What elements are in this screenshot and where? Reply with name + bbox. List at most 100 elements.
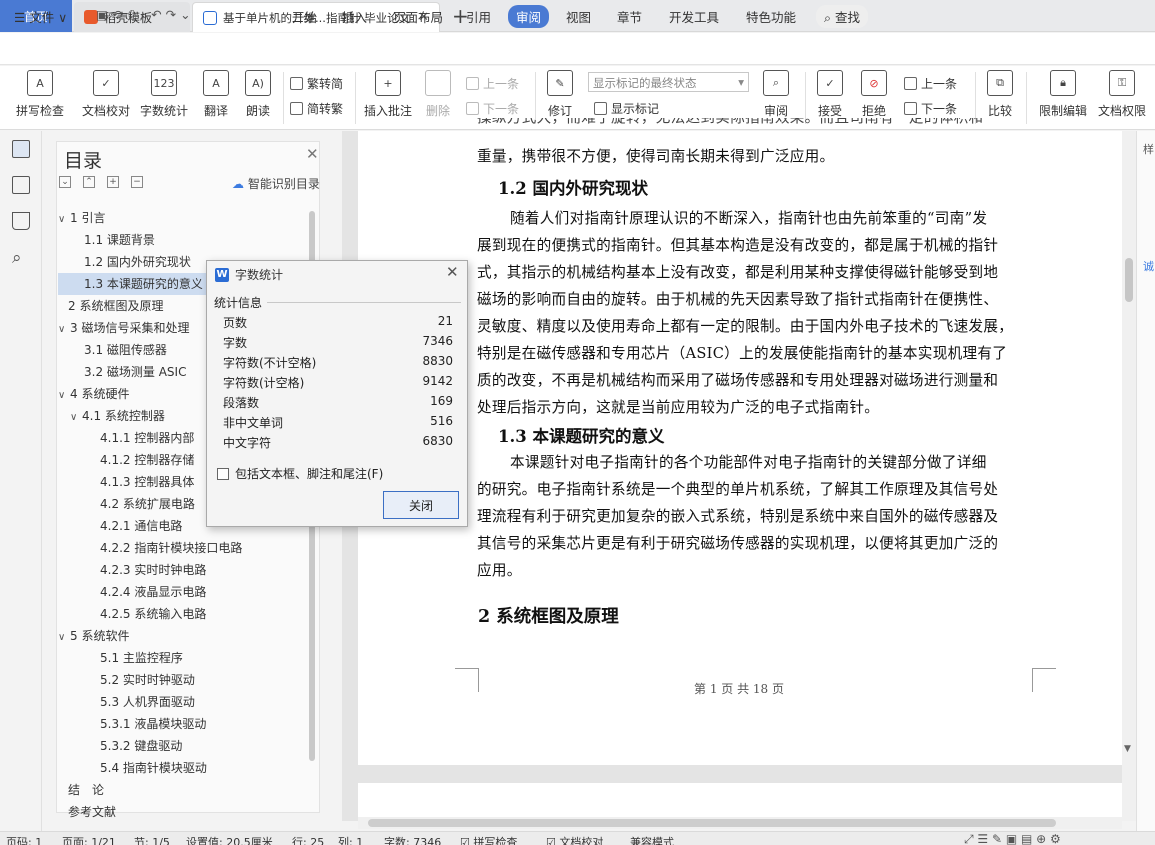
divider: [805, 72, 806, 124]
compare-button[interactable]: ⧉ 比较: [982, 70, 1018, 119]
toc-item[interactable]: 参考文献: [58, 801, 308, 823]
toc-item[interactable]: ∨ 5 系统软件: [58, 625, 308, 647]
show-markup-button[interactable]: 显示标记: [594, 100, 659, 117]
doc-perm-button[interactable]: ⚿ 文档权限: [1096, 70, 1148, 119]
expand-up-icon[interactable]: ⌃: [83, 176, 95, 188]
bookmark-icon[interactable]: [12, 212, 30, 230]
toc-item[interactable]: 5.3 人机界面驱动: [58, 691, 308, 713]
paragraph-line: 灵敏度、精度以及使用寿命上都有一定的限制。由于国内外电子技术的飞速发展，: [477, 318, 1014, 335]
prev-change-button[interactable]: 上一条: [904, 75, 957, 92]
translate-label: 翻译: [203, 104, 228, 118]
menu-review[interactable]: 审阅: [508, 5, 550, 28]
toc-panel-icon[interactable]: [12, 140, 30, 158]
restrict-edit-button[interactable]: 🔒︎ 限制编辑: [1036, 70, 1090, 119]
toc-item[interactable]: 结 论: [58, 779, 308, 801]
toc-item[interactable]: ∨ 1 引言: [58, 207, 308, 229]
view-mode-icons[interactable]: ⤢ ☰ ✎ ▣ ▤ ⊕ ⚙: [964, 832, 1061, 845]
toc-item[interactable]: 5.1 主监控程序: [58, 647, 308, 669]
translate-button[interactable]: A 翻译: [196, 70, 236, 119]
accept-button[interactable]: ✓ 接受: [812, 70, 848, 119]
prev-comment-button[interactable]: 上一条: [466, 75, 519, 92]
close-icon[interactable]: ✕: [306, 145, 319, 163]
toc-title: 目录: [64, 150, 103, 172]
toc-item[interactable]: 5.3.2 键盘驱动: [58, 735, 308, 757]
status-spell[interactable]: ☑ 拼写检查: [460, 834, 517, 845]
horizontal-scroll-thumb[interactable]: [368, 819, 1056, 827]
search-button[interactable]: ⌕ 查找: [816, 5, 869, 28]
menu-view[interactable]: 视图: [566, 7, 591, 26]
simp-to-trad-button[interactable]: 简转繁: [290, 100, 343, 117]
trad-to-simp-button[interactable]: 繁转简: [290, 75, 343, 92]
close-icon[interactable]: ✕: [446, 263, 459, 281]
toc-item[interactable]: 4.2.3 实时时钟电路: [58, 559, 308, 581]
status-setting[interactable]: 设置值: 20.5厘米: [186, 834, 273, 845]
expand-toggle-icon[interactable]: ∨: [58, 627, 70, 649]
vertical-scroll-thumb[interactable]: [1125, 258, 1133, 302]
find-icon[interactable]: ⌕: [12, 248, 22, 268]
stat-label: 字符数(计空格): [223, 376, 305, 390]
smart-toc-button[interactable]: ☁ 智能识别目录: [232, 175, 320, 192]
menu-page-layout[interactable]: 页面布局: [393, 7, 443, 26]
delete-comment-button[interactable]: 删除: [420, 70, 456, 119]
doc-proof-button[interactable]: ✓ 文档校对: [80, 70, 132, 119]
accept-icon: ✓: [817, 70, 843, 96]
checkbox-icon[interactable]: [217, 467, 229, 480]
paragraph-line: 式，其指示的机械结构基本上没有改变，都是利用某种支撑使得磁针能够受到地: [477, 264, 999, 281]
include-textbox-checkbox[interactable]: 包括文本框、脚注和尾注(F): [217, 465, 383, 482]
paragraph-line: 随着人们对指南针原理认识的不断深入，指南针也由先前笨重的“司南”发: [510, 210, 988, 227]
stat-label: 页数: [223, 316, 248, 330]
status-page-number[interactable]: 页码: 1: [6, 834, 42, 845]
next-change-button[interactable]: 下一条: [904, 100, 957, 117]
expand-toggle-icon[interactable]: ∨: [58, 209, 70, 231]
toc-item-label: 4.1.1 控制器内部: [100, 431, 195, 445]
toc-item-label: 4.1.2 控制器存储: [100, 453, 195, 467]
insert-comment-button[interactable]: + 插入批注: [362, 70, 414, 119]
reject-button[interactable]: ⊘ 拒绝: [856, 70, 892, 119]
file-menu[interactable]: ☰ 文件 ∨: [14, 7, 67, 26]
markup-state-select[interactable]: 显示标记的最终状态 ▾: [588, 72, 749, 92]
status-proof[interactable]: ☑ 文档校对: [546, 834, 603, 845]
menu-start[interactable]: 开始: [292, 7, 317, 26]
add-heading-icon[interactable]: +: [107, 176, 119, 188]
status-page[interactable]: 页面: 1/21: [62, 834, 116, 845]
expand-toggle-icon[interactable]: ∨: [58, 385, 70, 407]
close-button[interactable]: 关闭: [383, 491, 459, 519]
spellcheck-button[interactable]: A 拼写检查: [10, 70, 70, 119]
quick-access-icons[interactable]: ▣ ⟲ ⎙ ⌕ ↶ ↷ ⌄: [96, 7, 191, 23]
toc-item[interactable]: 4.2.2 指南针模块接口电路: [58, 537, 308, 559]
next-comment-button[interactable]: 下一条: [466, 100, 519, 117]
paragraph-line: 本课题针对电子指南针的各个功能部件对电子指南针的关键部分做了详细: [510, 454, 987, 471]
menu-features[interactable]: 特色功能: [746, 7, 796, 26]
menu-dev-tools[interactable]: 开发工具: [669, 7, 719, 26]
collapse-all-icon[interactable]: ⌄: [59, 176, 71, 188]
toc-item[interactable]: 5.3.1 液晶模块驱动: [58, 713, 308, 735]
toc-item[interactable]: 5.2 实时时钟驱动: [58, 669, 308, 691]
word-count-button[interactable]: 123 字数统计: [138, 70, 190, 119]
menu-reference[interactable]: 引用: [466, 7, 491, 26]
review-pane-button[interactable]: ⌕ 审阅: [756, 70, 796, 119]
wps-writer-icon: W: [215, 267, 229, 282]
toc-item-label: 1 引言: [70, 211, 106, 225]
status-section[interactable]: 节: 1/5: [134, 834, 170, 845]
menu-chapter[interactable]: 章节: [617, 7, 642, 26]
remove-heading-icon[interactable]: −: [131, 176, 143, 188]
status-words[interactable]: 字数: 7346: [384, 834, 441, 845]
nav-panel-icon[interactable]: [12, 176, 30, 194]
menu-insert[interactable]: 插入: [342, 7, 367, 26]
proof-icon: ✓: [93, 70, 119, 96]
expand-toggle-icon[interactable]: ∨: [70, 407, 82, 429]
vertical-scrollbar[interactable]: [1122, 131, 1136, 821]
revise-button[interactable]: ✎ 修订: [540, 70, 580, 119]
toc-item[interactable]: 5.4 指南针模块驱动: [58, 757, 308, 779]
toc-item[interactable]: 1.1 课题背景: [58, 229, 308, 251]
stat-value: 516: [430, 414, 453, 428]
read-aloud-button[interactable]: A) 朗读: [240, 70, 276, 119]
toc-item[interactable]: 4.2.4 液晶显示电路: [58, 581, 308, 603]
right-panel-link[interactable]: 诚: [1143, 258, 1154, 274]
up-icon: [466, 77, 479, 90]
toc-item[interactable]: 4.2.5 系统输入电路: [58, 603, 308, 625]
expand-toggle-icon[interactable]: ∨: [58, 319, 70, 341]
scroll-down-icon[interactable]: ▼: [1124, 744, 1131, 754]
next-label: 下一条: [483, 102, 520, 116]
review-label: 审阅: [763, 104, 788, 118]
